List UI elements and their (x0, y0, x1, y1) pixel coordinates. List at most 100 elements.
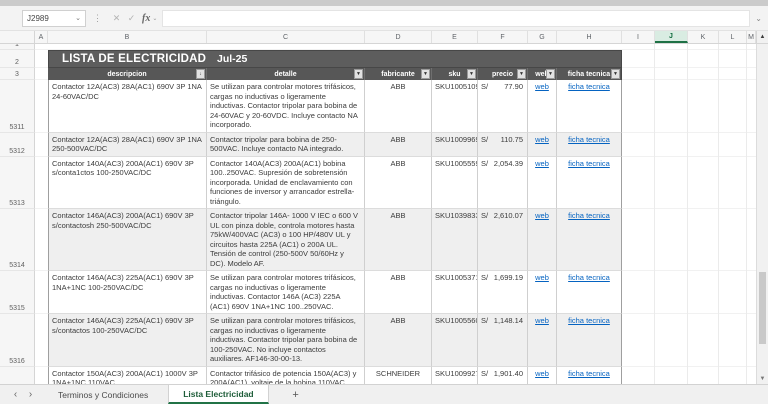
cell-precio[interactable]: S/ 1,901.40 (478, 367, 528, 385)
cell-ficha[interactable]: ficha tecnica (557, 367, 622, 385)
column-header-E[interactable]: E (432, 31, 478, 43)
row-header[interactable]: 5315 (0, 271, 35, 314)
cell-detalle[interactable]: Se utilizan para controlar motores trifá… (207, 314, 365, 367)
row-header[interactable]: 5313 (0, 157, 35, 210)
header-detalle[interactable]: detalle ▼ (207, 68, 365, 80)
cell-detalle[interactable]: Contactor tripolar 146A- 1000 V IEC o 60… (207, 209, 365, 271)
cell-descripcion[interactable]: Contactor 146A(AC3) 200A(AC1) 690V 3P s/… (48, 209, 207, 271)
row-header[interactable]: 5311 (0, 80, 35, 133)
column-header-B[interactable]: B (48, 31, 207, 43)
title-band[interactable]: LISTA DE ELECTRICIDAD Jul-25 (48, 50, 622, 68)
vertical-scrollbar[interactable]: ▼ (756, 44, 768, 384)
web-link[interactable]: web (535, 211, 549, 220)
cell-ficha[interactable]: ficha tecnica (557, 133, 622, 157)
cell-a2[interactable] (35, 50, 48, 68)
name-box-chevron-icon[interactable]: ⌄ (75, 14, 81, 22)
ficha-link[interactable]: ficha tecnica (568, 135, 610, 144)
cell-descripcion[interactable]: Contactor 146A(AC3) 225A(AC1) 690V 3P 1N… (48, 271, 207, 314)
row-header-2[interactable]: 2 (0, 50, 35, 68)
web-link[interactable]: web (535, 159, 549, 168)
cell-detalle[interactable]: Contactor tripolar para bobina de 250-50… (207, 133, 365, 157)
row-header[interactable]: 5314 (0, 209, 35, 271)
cell-ficha[interactable]: ficha tecnica (557, 314, 622, 367)
formula-input[interactable] (162, 10, 750, 27)
cell-ficha[interactable]: ficha tecnica (557, 80, 622, 133)
cell-fabricante[interactable]: ABB (365, 157, 432, 210)
name-box[interactable]: J2989 ⌄ (22, 10, 86, 27)
cell-colA[interactable] (35, 133, 48, 157)
scroll-up-icon[interactable]: ▲ (756, 31, 768, 43)
row-fill[interactable] (622, 209, 756, 271)
cell-precio[interactable]: S/ 2,610.07 (478, 209, 528, 271)
cell-precio[interactable]: S/ 77.90 (478, 80, 528, 133)
row-fill[interactable] (622, 133, 756, 157)
column-header-M[interactable]: M (747, 31, 756, 43)
cell-colA[interactable] (35, 80, 48, 133)
detalle-filter-icon[interactable]: ▼ (354, 69, 363, 79)
cell-ficha[interactable]: ficha tecnica (557, 271, 622, 314)
collapse-formula-bar-icon[interactable]: ⌄ (755, 14, 762, 23)
column-header-G[interactable]: G (528, 31, 557, 43)
row-header[interactable]: 5316 (0, 314, 35, 367)
header-fabricante[interactable]: fabricante ▼ (365, 68, 432, 80)
header-sku[interactable]: sku ▼ (432, 68, 478, 80)
insert-function-icon[interactable]: fx (142, 13, 150, 24)
cell-web[interactable]: web (528, 209, 557, 271)
cell-fabricante[interactable]: ABB (365, 133, 432, 157)
ficha-filter-icon[interactable]: ▼ (611, 69, 620, 79)
scroll-down-icon[interactable]: ▼ (757, 373, 768, 384)
cell-precio[interactable]: S/ 1,148.14 (478, 314, 528, 367)
select-all-corner[interactable] (0, 31, 35, 43)
cancel-entry-icon[interactable]: ✕ (109, 13, 124, 24)
row-header-3[interactable]: 3 (0, 68, 35, 80)
ficha-link[interactable]: ficha tecnica (568, 82, 610, 91)
add-sheet-icon[interactable]: + (285, 385, 307, 404)
ficha-link[interactable]: ficha tecnica (568, 211, 610, 220)
cell-precio[interactable]: S/ 110.75 (478, 133, 528, 157)
cell-a3[interactable] (35, 68, 48, 80)
cell-fabricante[interactable]: SCHNEIDER (365, 367, 432, 385)
row-fill[interactable] (622, 80, 756, 133)
confirm-entry-icon[interactable]: ✓ (124, 13, 139, 24)
column-header-K[interactable]: K (688, 31, 719, 43)
cell-fabricante[interactable]: ABB (365, 314, 432, 367)
header-ficha-tecnica[interactable]: ficha tecnica ▼ (557, 68, 622, 80)
row-fill[interactable] (622, 367, 756, 385)
cell-web[interactable]: web (528, 367, 557, 385)
cell-descripcion[interactable]: Contactor 12A(AC3) 28A(AC1) 690V 3P 1NA … (48, 133, 207, 157)
cell-detalle[interactable]: Se utilizan para controlar motores trifá… (207, 80, 365, 133)
cell-fabricante[interactable]: ABB (365, 209, 432, 271)
sku-filter-icon[interactable]: ▼ (467, 69, 476, 79)
cell-sku[interactable]: SKU1005559 (432, 157, 478, 210)
header-precio[interactable]: precio ▼ (478, 68, 528, 80)
cell-precio[interactable]: S/ 1,699.19 (478, 271, 528, 314)
web-link[interactable]: web (535, 135, 549, 144)
column-header-F[interactable]: F (478, 31, 528, 43)
cell-colA[interactable] (35, 209, 48, 271)
cell-web[interactable]: web (528, 157, 557, 210)
web-link[interactable]: web (535, 316, 549, 325)
ficha-link[interactable]: ficha tecnica (568, 369, 610, 378)
row-2-fill[interactable] (622, 50, 756, 68)
next-sheet-icon[interactable]: › (23, 385, 38, 404)
cell-detalle[interactable]: Se utilizan para controlar motores trifá… (207, 271, 365, 314)
cell-fabricante[interactable]: ABB (365, 271, 432, 314)
cell-sku[interactable]: SKU1009927 (432, 367, 478, 385)
cell-precio[interactable]: S/ 2,054.39 (478, 157, 528, 210)
cell-sku[interactable]: SKU1005109 (432, 80, 478, 133)
precio-filter-icon[interactable]: ▼ (517, 69, 526, 79)
cell-detalle[interactable]: Contactor 140A(AC3) 200A(AC1) bobina 100… (207, 157, 365, 210)
web-link[interactable]: web (535, 82, 549, 91)
cell-sku[interactable]: SKU1005560 (432, 314, 478, 367)
cell-descripcion[interactable]: Contactor 140A(AC3) 200A(AC1) 690V 3P s/… (48, 157, 207, 210)
column-header-H[interactable]: H (557, 31, 622, 43)
row-header[interactable]: 5312 (0, 133, 35, 157)
web-link[interactable]: web (535, 273, 549, 282)
prev-sheet-icon[interactable]: ‹ (8, 385, 23, 404)
cell-descripcion[interactable]: Contactor 12A(AC3) 28A(AC1) 690V 3P 1NA … (48, 80, 207, 133)
cell-descripcion[interactable]: Contactor 150A(AC3) 200A(AC1) 1000V 3P 1… (48, 367, 207, 385)
web-link[interactable]: web (535, 369, 549, 378)
ficha-link[interactable]: ficha tecnica (568, 159, 610, 168)
row-3-fill[interactable] (622, 68, 756, 80)
cell-ficha[interactable]: ficha tecnica (557, 157, 622, 210)
